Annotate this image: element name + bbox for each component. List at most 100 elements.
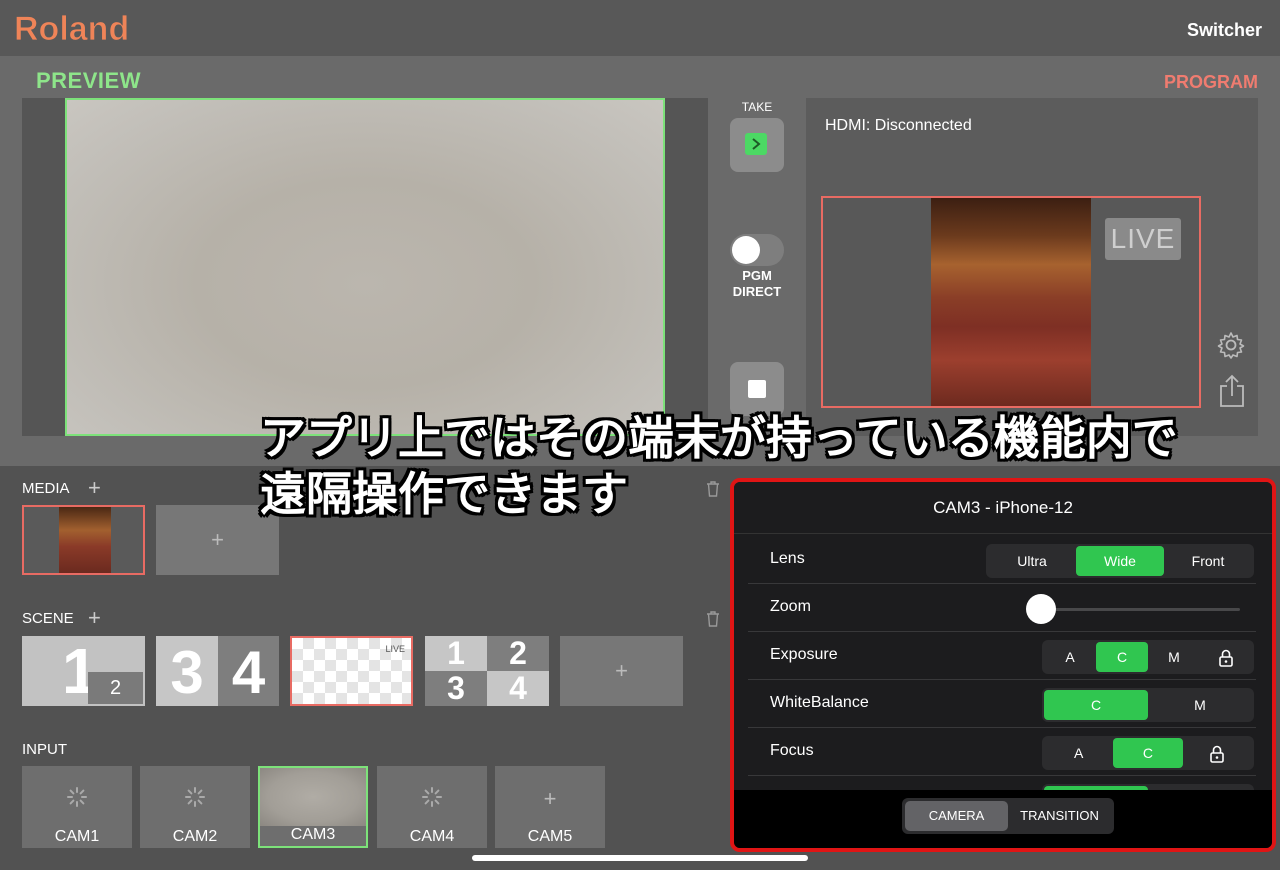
- app-title: Switcher: [1186, 20, 1262, 40]
- program-monitor[interactable]: LIVE: [821, 196, 1201, 408]
- cam-label: CAM1: [54, 828, 100, 845]
- whitebalance-selector: C M: [1042, 688, 1254, 722]
- loading-spinner-icon: [185, 787, 205, 807]
- plus-icon: +: [543, 786, 557, 811]
- lens-option-front[interactable]: Front: [1164, 546, 1252, 576]
- scene-item-4[interactable]: 1 2 3 4: [425, 636, 549, 706]
- caption-line-1: アプリ上ではその端末が持っている機能内で: [260, 411, 1178, 465]
- stop-icon: [748, 380, 766, 398]
- exposure-option-c[interactable]: C: [1096, 642, 1148, 672]
- input-cam5[interactable]: + CAM5: [495, 766, 605, 848]
- take-label: TAKE: [741, 100, 773, 114]
- take-button[interactable]: [730, 118, 784, 172]
- scene-left-half: 3: [156, 636, 218, 706]
- scene-number: 2: [509, 635, 527, 671]
- exposure-option-m[interactable]: M: [1148, 642, 1200, 672]
- lock-icon: [1210, 746, 1225, 764]
- focus-label: Focus: [770, 742, 814, 759]
- scene-right-half: 4: [218, 636, 279, 706]
- lens-row: Lens Ultra Wide Front: [748, 536, 1256, 584]
- focus-option-a[interactable]: A: [1044, 738, 1113, 768]
- exposure-label: Exposure: [770, 646, 838, 663]
- zoom-slider-track[interactable]: [1040, 608, 1240, 611]
- pgm-direct-toggle[interactable]: [730, 234, 784, 266]
- scene-trash-icon[interactable]: [706, 610, 720, 627]
- scene-number: 4: [231, 639, 266, 706]
- focus-row: Focus A C: [748, 728, 1256, 776]
- scene-add-button[interactable]: +: [560, 636, 683, 706]
- scene-label: SCENE: [22, 610, 74, 627]
- hdmi-status: HDMI: Disconnected: [825, 117, 972, 134]
- top-bar: Roland Switcher: [0, 0, 1280, 56]
- input-cam3[interactable]: CAM3: [258, 766, 368, 848]
- zoom-label: Zoom: [770, 598, 811, 615]
- cam-label: CAM3: [290, 826, 336, 843]
- home-indicator: [472, 855, 808, 861]
- scene-item-1[interactable]: 1 2: [22, 635, 145, 707]
- focus-option-c[interactable]: C: [1113, 738, 1183, 768]
- scene-item-2[interactable]: 3 4: [156, 636, 279, 706]
- media-item[interactable]: [22, 505, 145, 575]
- exposure-option-a[interactable]: A: [1044, 642, 1096, 672]
- lens-option-wide[interactable]: Wide: [1076, 546, 1164, 576]
- zoom-row: Zoom: [748, 584, 1256, 632]
- scene-number: 3: [447, 670, 465, 706]
- logo-text: Roland: [14, 10, 129, 46]
- media-label: MEDIA: [22, 480, 70, 497]
- input-cam2[interactable]: CAM2: [140, 766, 250, 848]
- tab-camera[interactable]: CAMERA: [905, 801, 1008, 831]
- pgm-label-line1: PGM: [742, 268, 772, 283]
- whitebalance-row: WhiteBalance C M: [748, 680, 1256, 728]
- preview-monitor[interactable]: [65, 98, 665, 436]
- program-video-image: [931, 198, 1091, 406]
- lens-option-ultra[interactable]: Ultra: [988, 546, 1076, 576]
- cam-label: CAM2: [172, 828, 218, 845]
- input-cam4[interactable]: CAM4: [377, 766, 487, 848]
- media-add-icon[interactable]: +: [88, 477, 101, 499]
- tab-transition[interactable]: TRANSITION: [1008, 801, 1111, 831]
- scene-add-icon[interactable]: +: [88, 607, 101, 629]
- whitebalance-label: WhiteBalance: [770, 694, 869, 711]
- panel-tab-bar: CAMERA TRANSITION: [734, 790, 1272, 848]
- lens-label: Lens: [770, 550, 805, 567]
- whitebalance-option-c[interactable]: C: [1044, 690, 1148, 720]
- gear-icon[interactable]: [1216, 330, 1246, 360]
- scene-number: 3: [170, 639, 204, 706]
- whitebalance-option-m[interactable]: M: [1148, 690, 1252, 720]
- lens-selector: Ultra Wide Front: [986, 544, 1254, 578]
- scene-number: 1: [447, 635, 465, 671]
- preview-label: PREVIEW: [36, 68, 141, 93]
- share-icon[interactable]: [1218, 374, 1246, 408]
- live-badge: LIVE: [1105, 218, 1181, 260]
- input-cam1[interactable]: CAM1: [22, 766, 132, 848]
- cam-label: CAM4: [409, 828, 455, 845]
- scene-item-3[interactable]: LIVE: [290, 636, 413, 706]
- exposure-row: Exposure A C M: [748, 632, 1256, 680]
- zoom-slider-knob[interactable]: [1026, 594, 1056, 624]
- cam3-thumbnail-image: [260, 768, 366, 826]
- panel-tabs: CAMERA TRANSITION: [902, 798, 1114, 834]
- scene-quad: 2: [487, 636, 549, 671]
- panel-title: CAM3 - iPhone-12: [734, 482, 1272, 534]
- scene-quad: 1: [425, 636, 487, 671]
- pgm-direct-label: PGM DIRECT: [708, 268, 806, 300]
- scene-quad: 4: [487, 671, 549, 706]
- exposure-lock-button[interactable]: [1200, 642, 1252, 672]
- focus-selector: A C: [1042, 736, 1254, 770]
- toggle-knob: [732, 236, 760, 264]
- plus-icon: +: [211, 527, 224, 552]
- pgm-label-line2: DIRECT: [732, 284, 782, 299]
- media-thumbnail-image: [59, 507, 111, 573]
- stop-button[interactable]: [730, 362, 784, 416]
- scene-number: 4: [509, 670, 527, 706]
- focus-lock-button[interactable]: [1183, 738, 1252, 768]
- scene-live-badge: LIVE: [385, 644, 405, 654]
- lock-icon: [1219, 650, 1233, 668]
- cam-label: CAM5: [527, 828, 573, 845]
- loading-spinner-icon: [67, 787, 87, 807]
- program-panel: HDMI: Disconnected LIVE: [806, 98, 1258, 436]
- take-arrow-icon: [745, 133, 767, 155]
- plus-icon: +: [615, 658, 628, 683]
- exposure-selector: A C M: [1042, 640, 1254, 674]
- input-label: INPUT: [22, 741, 67, 758]
